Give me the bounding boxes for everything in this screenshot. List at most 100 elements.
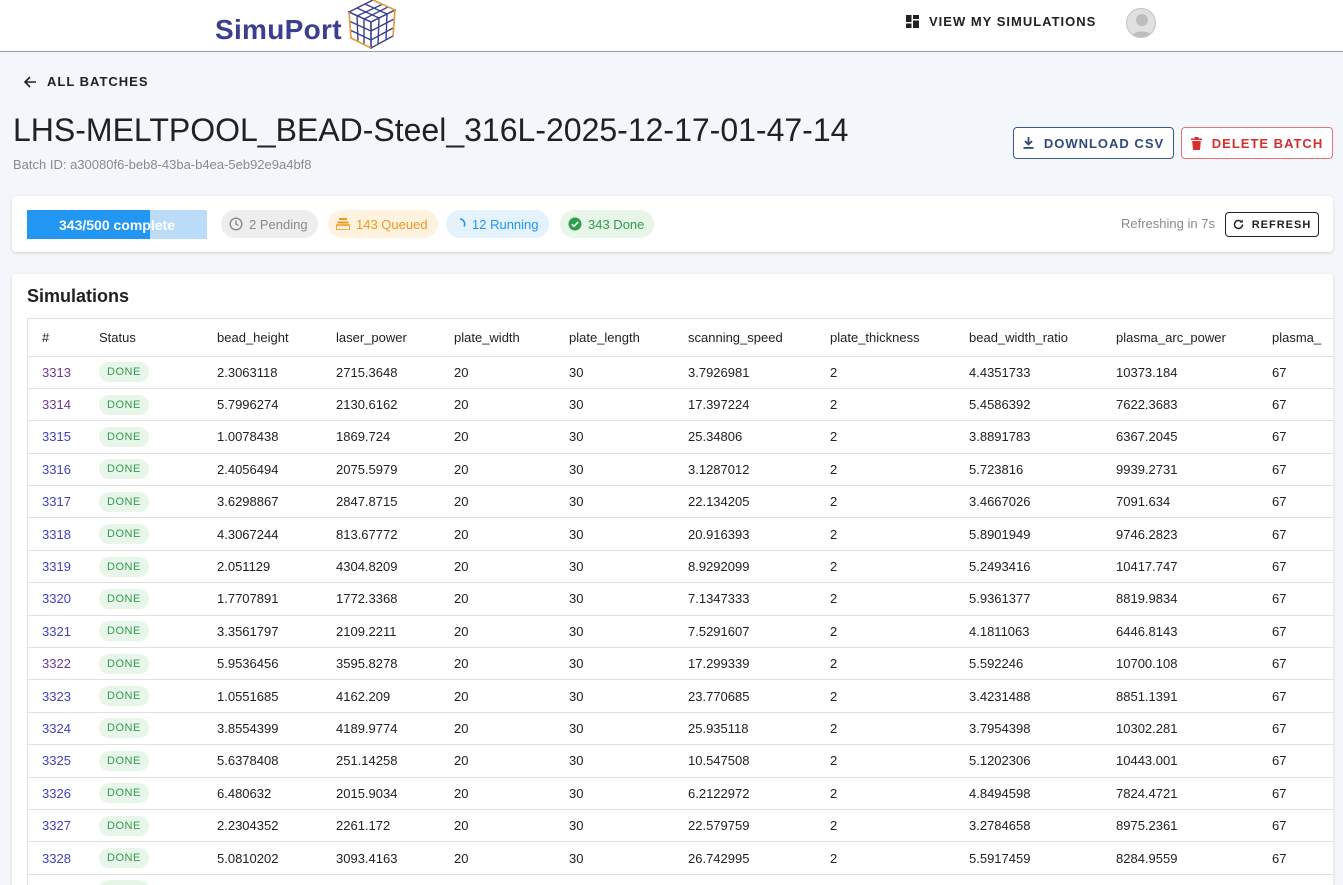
- batch-status-card: 343/500 complete 2 Pending 143 Queued 12…: [12, 196, 1333, 252]
- cell-scanning-speed: 7.1347333: [674, 582, 816, 616]
- simulation-id-link[interactable]: 3318: [28, 517, 85, 551]
- table-row[interactable]: 3325 DONE 5.6378408 251.14258 20 30 10.547508 2…: [28, 744, 1333, 778]
- column-header[interactable]: plate_length: [555, 319, 674, 357]
- table-row[interactable]: 3328 DONE 5.0810202 3093.4163 20 30 26.742995 2…: [28, 841, 1333, 875]
- table-row[interactable]: 3326 DONE 6.480632 2015.9034 20 30 6.2122972 2 4…: [28, 777, 1333, 810]
- column-header[interactable]: plasma_: [1258, 319, 1333, 357]
- cell-laser-power: 251.14258: [322, 744, 440, 778]
- table-row[interactable]: DONE: [28, 874, 1333, 885]
- simulation-id-link[interactable]: 3319: [28, 550, 85, 584]
- status-badge: DONE: [99, 621, 149, 642]
- download-icon: [1023, 137, 1034, 149]
- cell-scanning-speed: 3.1287012: [674, 453, 816, 487]
- cell-plasma: 67: [1258, 809, 1333, 843]
- table-row[interactable]: 3323 DONE 1.0551685 4162.209 20 30 23.770685 2 3…: [28, 679, 1333, 713]
- cell-plasma-arc-power: 8819.9834: [1102, 582, 1258, 616]
- table-row[interactable]: 3318 DONE 4.3067244 813.67772 20 30 20.916393 2…: [28, 517, 1333, 551]
- queue-icon: [336, 218, 350, 230]
- simulation-id-link[interactable]: 3314: [28, 388, 85, 422]
- cell-plate-thickness: 2: [816, 647, 955, 681]
- column-header[interactable]: bead_width_ratio: [955, 319, 1102, 357]
- column-header[interactable]: Status: [85, 319, 203, 357]
- table-row[interactable]: 3320 DONE 1.7707891 1772.3368 20 30 7.1347333 2…: [28, 582, 1333, 616]
- status-cell: DONE: [85, 615, 203, 649]
- simulations-table-container[interactable]: # Status bead_height laser_power plate_width…: [27, 318, 1333, 885]
- simulation-id-link[interactable]: [28, 874, 85, 885]
- simulation-id-link[interactable]: 3321: [28, 615, 85, 649]
- column-header[interactable]: plate_thickness: [816, 319, 955, 357]
- cell-plate-width: 20: [440, 615, 555, 649]
- simulation-id-link[interactable]: 3328: [28, 841, 85, 875]
- table-row[interactable]: 3327 DONE 2.2304352 2261.172 20 30 22.579759 2 3…: [28, 809, 1333, 843]
- status-badge: DONE: [99, 783, 149, 804]
- column-header[interactable]: plate_width: [440, 319, 555, 357]
- simulation-id-link[interactable]: 3325: [28, 744, 85, 778]
- simulation-id-link[interactable]: 3317: [28, 485, 85, 519]
- table-row[interactable]: 3319 DONE 2.051129 4304.8209 20 30 8.9292099 2 5…: [28, 550, 1333, 584]
- cell-plasma: 67: [1258, 777, 1333, 810]
- cell-bead-width-ratio: 5.2493416: [955, 550, 1102, 584]
- status-cell: DONE: [85, 582, 203, 616]
- cell-plasma-arc-power: 10700.108: [1102, 647, 1258, 681]
- cell-plate-thickness: 2: [816, 485, 955, 519]
- done-chip: 343 Done: [560, 210, 655, 238]
- cell-bead-height: 2.2304352: [203, 809, 322, 843]
- simulation-id-link[interactable]: 3324: [28, 712, 85, 746]
- table-row[interactable]: 3315 DONE 1.0078438 1869.724 20 30 25.34806 2 3.…: [28, 420, 1333, 454]
- cell-laser-power: 2015.9034: [322, 777, 440, 810]
- table-row[interactable]: 3324 DONE 3.8554399 4189.9774 20 30 25.935118 2…: [28, 712, 1333, 746]
- view-my-simulations-button[interactable]: VIEW MY SIMULATIONS: [906, 14, 1096, 29]
- pending-label: 2 Pending: [249, 216, 308, 232]
- simulation-id-link[interactable]: 3320: [28, 582, 85, 616]
- download-csv-button[interactable]: DOWNLOAD CSV: [1013, 127, 1174, 159]
- cell-plasma-arc-power: 10302.281: [1102, 712, 1258, 746]
- cell-bead-height: [203, 874, 322, 885]
- cell-plate-length: 30: [555, 550, 674, 584]
- cell-plate-thickness: 2: [816, 679, 955, 713]
- simulation-id-link[interactable]: 3316: [28, 453, 85, 487]
- table-row[interactable]: 3316 DONE 2.4056494 2075.5979 20 30 3.1287012 2…: [28, 453, 1333, 487]
- simulation-id-link[interactable]: 3327: [28, 809, 85, 843]
- user-avatar[interactable]: [1126, 8, 1156, 38]
- all-batches-back-button[interactable]: ALL BATCHES: [24, 74, 149, 89]
- cell-bead-height: 5.0810202: [203, 841, 322, 875]
- refresh-button[interactable]: REFRESH: [1225, 212, 1319, 237]
- simulation-id-link[interactable]: 3322: [28, 647, 85, 681]
- simuport-logo[interactable]: SimuPort: [215, 0, 397, 52]
- cell-plasma-arc-power: 7824.4721: [1102, 777, 1258, 810]
- status-badge: DONE: [99, 750, 149, 771]
- column-header[interactable]: #: [28, 319, 85, 357]
- table-row[interactable]: 3321 DONE 3.3561797 2109.2211 20 30 7.5291607 2…: [28, 615, 1333, 649]
- table-header-row: # Status bead_height laser_power plate_width…: [28, 319, 1333, 357]
- cell-bead-width-ratio: 5.9361377: [955, 582, 1102, 616]
- queued-chip: 143 Queued: [328, 210, 438, 238]
- cell-plate-width: 20: [440, 809, 555, 843]
- column-header[interactable]: scanning_speed: [674, 319, 816, 357]
- table-row[interactable]: 3313 DONE 2.3063118 2715.3648 20 30 3.7926981 2…: [28, 356, 1333, 389]
- simulation-id-link[interactable]: 3326: [28, 777, 85, 810]
- table-body: 3313 DONE 2.3063118 2715.3648 20 30 3.7926981 2…: [28, 356, 1333, 885]
- cell-bead-height: 6.480632: [203, 777, 322, 810]
- table-row[interactable]: 3322 DONE 5.9536456 3595.8278 20 30 17.299339 2…: [28, 647, 1333, 681]
- table-row[interactable]: 3317 DONE 3.6298867 2847.8715 20 30 22.134205 2…: [28, 485, 1333, 519]
- cell-plate-thickness: 2: [816, 777, 955, 810]
- column-header[interactable]: bead_height: [203, 319, 322, 357]
- simulation-id-link[interactable]: 3315: [28, 420, 85, 454]
- simulation-id-link[interactable]: 3313: [28, 356, 85, 389]
- column-header[interactable]: plasma_arc_power: [1102, 319, 1258, 357]
- cell-plasma: 67: [1258, 356, 1333, 389]
- table-row[interactable]: 3314 DONE 5.7996274 2130.6162 20 30 17.397224 2…: [28, 388, 1333, 422]
- column-header[interactable]: laser_power: [322, 319, 440, 357]
- cell-plasma-arc-power: 8851.1391: [1102, 679, 1258, 713]
- dashboard-icon: [906, 15, 919, 28]
- delete-batch-button[interactable]: DELETE BATCH: [1181, 127, 1333, 159]
- cell-laser-power: 2847.8715: [322, 485, 440, 519]
- cell-bead-width-ratio: 3.7954398: [955, 712, 1102, 746]
- cell-plasma: 67: [1258, 647, 1333, 681]
- cell-scanning-speed: 20.916393: [674, 517, 816, 551]
- status-cell: DONE: [85, 679, 203, 713]
- cell-plate-thickness: 2: [816, 744, 955, 778]
- simulation-id-link[interactable]: 3323: [28, 679, 85, 713]
- cell-laser-power: 813.67772: [322, 517, 440, 551]
- cell-plate-length: 30: [555, 420, 674, 454]
